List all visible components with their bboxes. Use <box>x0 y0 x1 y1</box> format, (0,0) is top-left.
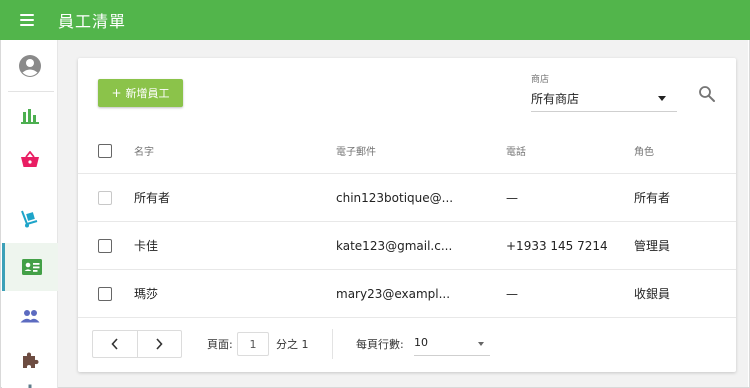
add-employee-button[interactable]: + 新增員工 <box>98 79 183 107</box>
people-icon <box>20 310 40 323</box>
sidebar-item-reports[interactable] <box>2 92 58 140</box>
table-row[interactable]: 所有者 chin123botique@... — 所有者 <box>78 174 736 222</box>
page-label: 頁面: <box>207 338 233 351</box>
table-header: 名字 電子郵件 電話 角色 <box>78 128 736 174</box>
page-nav-buttons <box>92 330 182 358</box>
sidebar-item-sales[interactable] <box>2 136 58 184</box>
employee-email: mary23@exampl... <box>336 286 451 301</box>
rows-per-page-select[interactable]: 10 <box>414 332 490 356</box>
dropdown-arrow-icon <box>658 96 666 101</box>
search-icon[interactable] <box>698 85 716 103</box>
shopping-basket-icon <box>21 151 39 167</box>
employee-phone: — <box>506 190 518 205</box>
account-circle-icon <box>19 55 41 77</box>
row-checkbox[interactable] <box>98 286 112 301</box>
employee-name: 瑪莎 <box>134 287 159 301</box>
app-bar: 員工清單 <box>0 0 750 40</box>
employee-role: 所有者 <box>634 191 671 205</box>
store-filter-label: 商店 <box>531 75 550 85</box>
chevron-left-icon <box>111 338 118 350</box>
employee-list-card: + 新增員工 商店 所有商店 名字 電子郵件 電話 角色 所有者 chin123… <box>78 58 736 372</box>
employee-phone: — <box>506 286 518 301</box>
pagination-bar: 頁面: 分之 1 每頁行數: 10 <box>78 318 736 372</box>
employee-name: 所有者 <box>134 191 171 205</box>
sidebar-item-account[interactable] <box>2 42 58 90</box>
chevron-right-icon <box>156 338 164 350</box>
gear-icon <box>28 384 32 388</box>
plus-icon: + <box>111 86 122 100</box>
employee-role: 收銀員 <box>634 287 671 301</box>
add-employee-label: 新增員工 <box>125 87 170 100</box>
next-page-button[interactable] <box>136 331 181 357</box>
sidebar-item-inventory[interactable] <box>2 195 58 243</box>
hamburger-menu-icon[interactable] <box>20 14 34 26</box>
employee-role: 管理員 <box>634 239 671 253</box>
table-row[interactable]: 卡佳 kate123@gmail.c... +1933 145 7214 管理員 <box>78 222 736 270</box>
column-header-email[interactable]: 電子郵件 <box>336 128 376 173</box>
select-all-checkbox[interactable] <box>98 143 112 158</box>
store-filter-select[interactable]: 所有商店 <box>531 88 677 112</box>
sidebar-item-customers[interactable] <box>2 292 58 340</box>
rows-per-page-value: 10 <box>414 336 428 349</box>
store-filter-value: 所有商店 <box>531 92 580 106</box>
page-title: 員工清單 <box>58 12 127 31</box>
page-count-label: 分之 1 <box>276 338 309 351</box>
badge-icon <box>21 259 42 275</box>
sidebar <box>2 40 58 388</box>
pagination-divider <box>332 329 333 359</box>
column-header-name[interactable]: 名字 <box>134 128 154 173</box>
bar-chart-icon <box>21 109 39 124</box>
rows-per-page-label: 每頁行數: <box>356 338 404 351</box>
hand-truck-icon <box>21 210 38 228</box>
prev-page-button[interactable] <box>93 331 137 357</box>
employee-email: chin123botique@... <box>336 190 454 205</box>
sidebar-item-employees[interactable] <box>2 243 58 291</box>
table-row[interactable]: 瑪莎 mary23@exampl... — 收銀員 <box>78 270 736 318</box>
column-header-role[interactable]: 角色 <box>634 128 654 173</box>
page-number-input[interactable] <box>237 332 269 356</box>
employee-name: 卡佳 <box>134 239 159 253</box>
column-header-phone[interactable]: 電話 <box>506 128 526 173</box>
sidebar-item-settings[interactable] <box>2 380 58 388</box>
row-checkbox[interactable] <box>98 190 112 205</box>
employee-email: kate123@gmail.c... <box>336 238 453 253</box>
puzzle-icon <box>23 352 39 368</box>
sidebar-item-integrations[interactable] <box>2 336 58 384</box>
employee-phone: +1933 145 7214 <box>506 238 608 253</box>
dropdown-arrow-icon <box>478 342 484 346</box>
row-checkbox[interactable] <box>98 238 112 253</box>
